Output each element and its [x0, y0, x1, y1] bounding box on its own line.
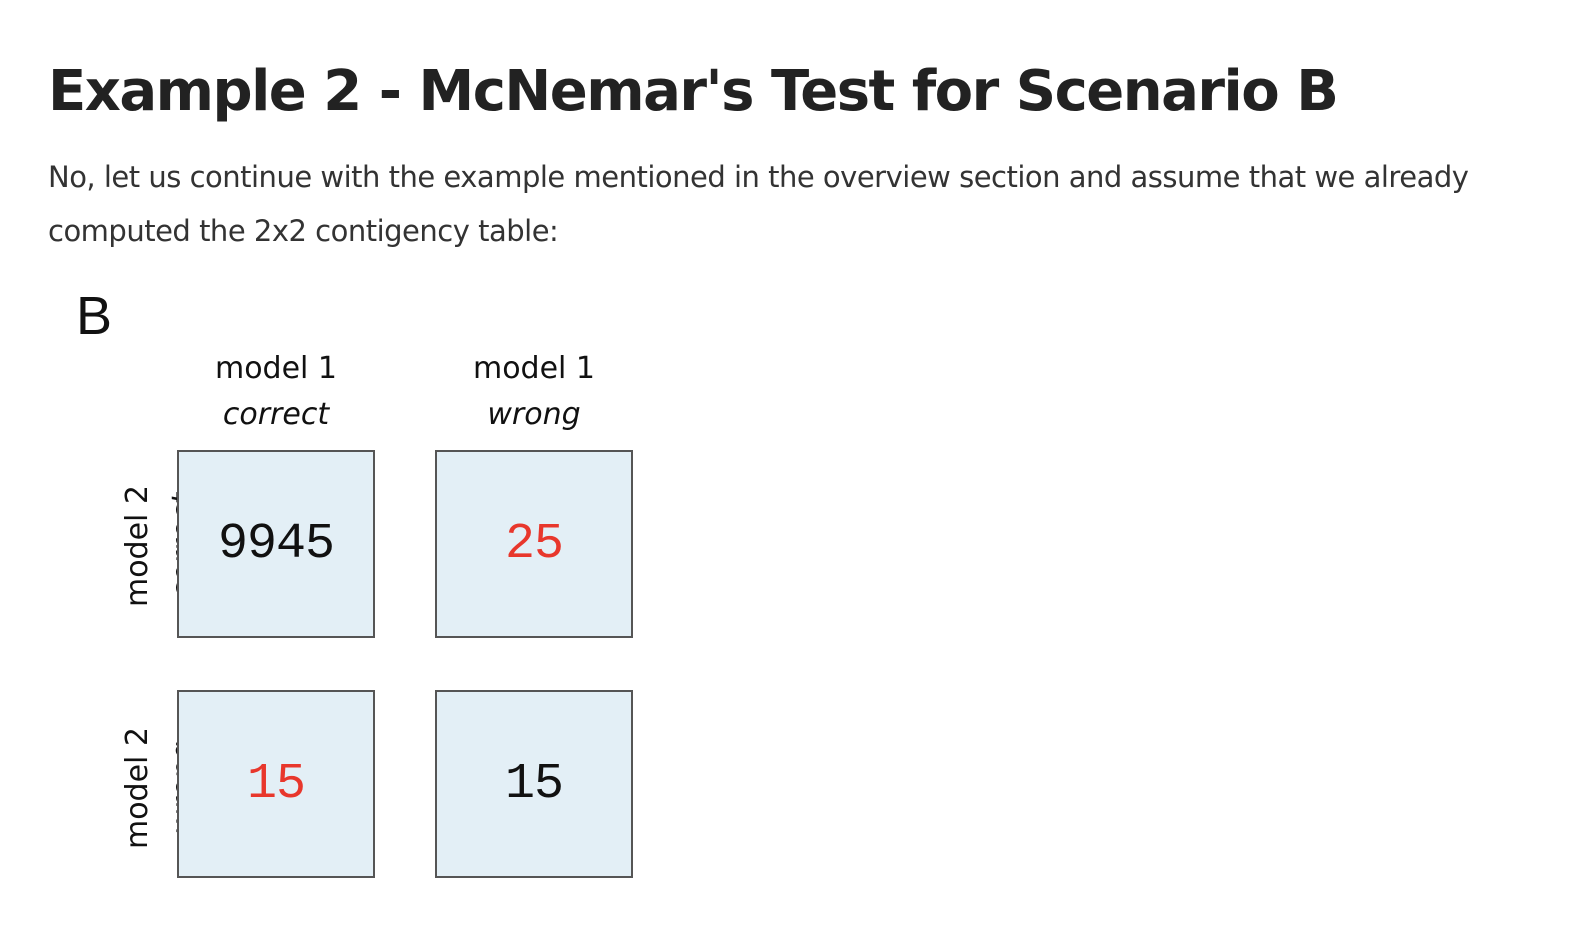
column-header-line1: model 1: [472, 351, 596, 386]
cell-both-wrong: 15: [435, 690, 633, 878]
contingency-table-figure: B model 1 correct model 1 wrong model 2 …: [48, 280, 688, 900]
cell-model1-correct-model2-wrong: 15: [177, 690, 375, 878]
column-header-line2: wrong: [487, 397, 581, 432]
panel-letter: B: [76, 286, 113, 346]
section-heading: Example 2 - McNemar's Test for Scenario …: [48, 59, 1339, 124]
column-header-model1-correct: model 1 correct: [176, 346, 376, 438]
row-header-line1: model 2: [120, 484, 155, 608]
row-header-line1: model 2: [120, 726, 155, 850]
column-header-line1: model 1: [214, 351, 338, 386]
cell-model1-wrong-model2-correct: 25: [435, 450, 633, 638]
cell-both-correct: 9945: [177, 450, 375, 638]
column-header-line2: correct: [222, 397, 330, 432]
column-header-model1-wrong: model 1 wrong: [434, 346, 634, 438]
intro-paragraph: No, let us continue with the example men…: [48, 160, 1469, 248]
